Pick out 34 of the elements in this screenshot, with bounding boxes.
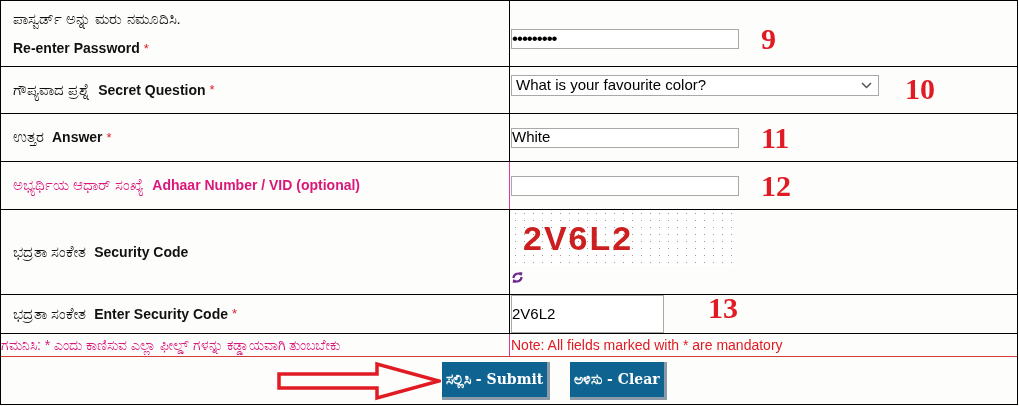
required-mark: * <box>143 40 149 58</box>
password-field[interactable]: ••••••••• <box>511 28 739 49</box>
required-mark: * <box>232 305 238 324</box>
step-number: 12 <box>761 170 791 201</box>
clear-button[interactable]: ಅಳಿಸು - Clear <box>570 361 667 400</box>
select-field[interactable]: What is your favourite color? <box>511 74 879 96</box>
captcha-image: 2V6L2 <box>511 210 733 266</box>
field-label: Enter Security Code <box>94 304 228 324</box>
field-label: Adhaar Number / VID (optional) <box>152 176 361 195</box>
submit-button[interactable]: ಸಲ್ಲಿಸಿ - Submit <box>442 361 551 400</box>
kannada-label: ಅಭ್ಯರ್ಥಿಯ ಆಧಾರ್ ಸಂಖ್ಯೆ <box>13 175 145 197</box>
step-number: 13 <box>708 293 738 323</box>
kannada-label: ಉತ್ತರ <box>13 127 44 148</box>
select-value: What is your favourite color? <box>516 74 707 95</box>
field-label: Security Code <box>94 242 189 262</box>
note-text: ಗಮನಿಸಿ: * ಎಂದು ಕಾಣಿಸುವ ಎಲ್ಲಾ ಫೀಲ್ಡ್ ಗಳನ್ನು ಕಡ್ಡಾಯವಾಗಿ ತುಂಬಬೇಕು <box>1 335 341 356</box>
step-number: 10 <box>905 74 935 104</box>
kannada-label: ಭದ್ರತಾ ಸಂಕೇತ <box>13 303 87 325</box>
refresh-icon[interactable] <box>511 271 524 284</box>
kannada-label: ಪಾಸ್ವರ್ಡ್ ಅನ್ನು ಮರು ನಮೂದಿಸಿ. <box>13 8 182 31</box>
input-field[interactable]: 2V6L2 <box>511 295 664 333</box>
field-label: Secret Question <box>98 80 206 100</box>
required-mark: * <box>106 128 112 147</box>
required-mark: * <box>209 81 215 100</box>
input-field[interactable] <box>511 175 739 196</box>
field-label: Answer <box>52 128 103 147</box>
step-number: 11 <box>761 122 790 153</box>
chevron-down-icon <box>861 81 872 89</box>
input-field[interactable]: White <box>511 127 739 148</box>
kannada-label: ಭದ್ರತಾ ಸಂಕೇತ <box>13 241 87 263</box>
field-label: Re-enter Password <box>13 39 140 59</box>
kannada-label: ಗೌಪ್ಯವಾದ ಪ್ರಶ್ನೆ <box>13 78 91 102</box>
step-number: 9 <box>761 23 776 54</box>
note-text: Note: All fields marked with * are mandatory <box>511 335 783 355</box>
